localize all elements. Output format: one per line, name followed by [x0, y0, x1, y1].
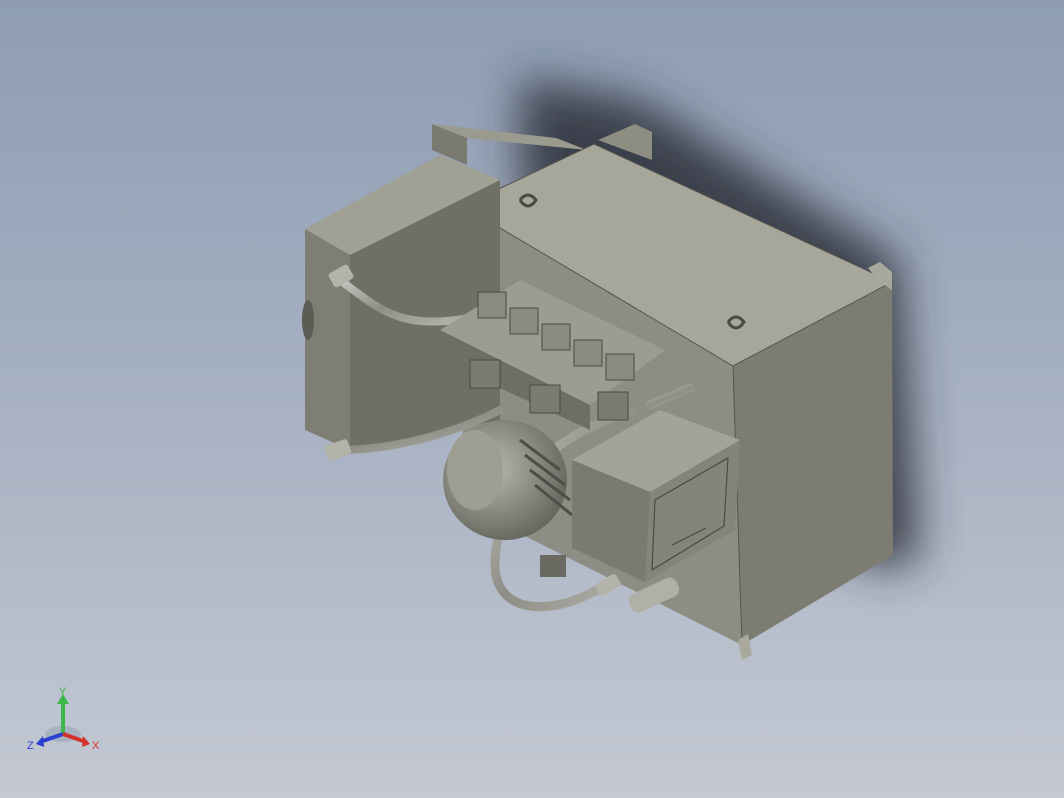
x-axis-label: X: [92, 740, 100, 752]
oil-cooler-box[interactable]: [302, 155, 500, 450]
hydraulic-power-unit-model[interactable]: [0, 0, 1064, 798]
electric-motor[interactable]: [443, 420, 573, 577]
x-axis-head: [82, 736, 90, 747]
z-axis-head: [36, 736, 44, 747]
z-axis-label: Z: [27, 740, 34, 752]
cad-3d-viewport[interactable]: Y Z X: [0, 0, 1064, 798]
y-axis-label: Y: [59, 686, 67, 698]
axis-triad[interactable]: Y Z X: [26, 684, 106, 754]
